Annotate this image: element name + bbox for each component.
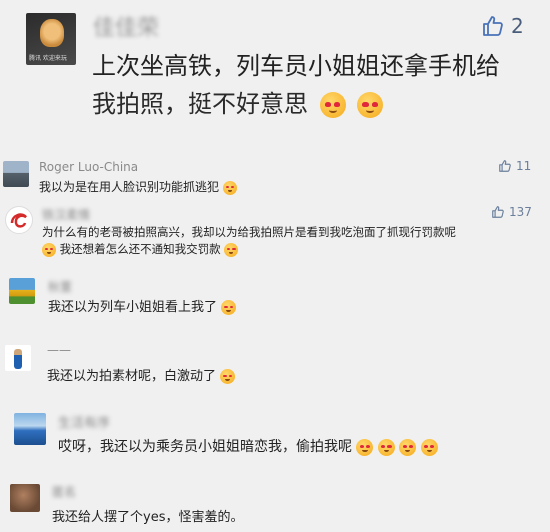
comment-2-like-button[interactable]: 137 (491, 205, 532, 219)
comment-1-text-content: 我以为是在用人脸识别功能抓逃犯 (39, 180, 220, 194)
main-post-avatar[interactable]: 腾讯 欢迎来玩 (26, 13, 76, 65)
crying-emoji-icon (220, 369, 236, 384)
comment-1-author[interactable]: Roger Luo-China (39, 160, 138, 174)
comment-3-text: 我还以为列车小姐姐看上我了 (48, 296, 237, 315)
comment-1-avatar[interactable] (3, 161, 29, 187)
comment-4-text: 我还以为拍素材呢，白激动了 (47, 365, 236, 384)
main-post-text-line-2: 我拍照，挺不好意思 (92, 84, 384, 119)
comment-1-text: 我以为是在用人脸识别功能抓逃犯 (39, 178, 237, 195)
comment-2-text-line-2: 我还想着怎么还不通知我交罚款 (42, 241, 239, 257)
heart-eyes-emoji-icon (420, 438, 438, 456)
person-figure (14, 349, 22, 369)
main-post-text-line-1: 上次坐高铁，列车员小姐姐还拿手机给 (92, 52, 500, 80)
comment-2-text-line-1: 为什么有的老哥被拍照高兴，我却以为给我拍照片是看到我吃泡面了抓现行罚款呢 (42, 225, 456, 239)
red-swirl-logo-icon (10, 213, 27, 228)
heart-eyes-emoji-icon (377, 438, 395, 456)
comment-6-author[interactable]: 匿名 (52, 483, 76, 500)
main-post-author[interactable]: 佳佳荣 (93, 10, 159, 42)
comment-2-avatar[interactable] (5, 206, 33, 234)
comment-1-like-count: 11 (516, 159, 532, 173)
main-post-text-line-2-text: 我拍照，挺不好意思 (92, 90, 308, 118)
comment-6-text: 我还给人摆了个yes，怪害羞的。 (52, 510, 244, 525)
heart-eyes-emoji-icon (356, 438, 374, 456)
comment-3-text-content: 我还以为列车小姐姐看上我了 (48, 300, 218, 315)
comment-5-author[interactable]: 生活有序 (58, 412, 110, 431)
thumbs-up-icon (498, 159, 512, 173)
smile-emoji-icon (221, 300, 237, 315)
main-post-like-count: 2 (511, 14, 524, 38)
comment-1-like-button[interactable]: 11 (498, 159, 531, 173)
comment-5-text: 哎呀，我还以为乘务员小姐姐暗恋我，偷拍我呢 (58, 436, 438, 456)
comment-4-text-content: 我还以为拍素材呢，白激动了 (47, 369, 217, 384)
heart-eyes-emoji-icon (319, 92, 346, 118)
comment-3-author[interactable]: 秋董 (48, 278, 72, 295)
comment-3-avatar[interactable] (9, 278, 35, 304)
comment-2-author[interactable]: 铁汉柔情 (42, 206, 90, 223)
shiba-dog-image (40, 19, 64, 47)
crying-emoji-icon (42, 242, 56, 257)
main-post-like-button[interactable]: 2 (481, 14, 524, 38)
thumbs-up-icon (481, 14, 505, 38)
crying-emoji-icon (224, 242, 239, 257)
comment-4-avatar[interactable] (5, 345, 31, 371)
comment-2-like-count: 137 (509, 205, 532, 219)
heart-eyes-emoji-icon (399, 438, 417, 456)
grinning-emoji-icon (222, 180, 237, 195)
comment-4-author[interactable]: —— (47, 343, 71, 357)
comment-5-avatar[interactable] (14, 413, 46, 445)
comment-2-text-line-2-text: 我还想着怎么还不通知我交罚款 (59, 242, 221, 256)
comment-6-avatar[interactable] (10, 484, 40, 512)
avatar-caption: 腾讯 欢迎来玩 (29, 55, 67, 62)
heart-eyes-emoji-icon (357, 92, 384, 118)
thumbs-up-icon (491, 205, 505, 219)
comment-5-text-content: 哎呀，我还以为乘务员小姐姐暗恋我，偷拍我呢 (58, 439, 352, 455)
